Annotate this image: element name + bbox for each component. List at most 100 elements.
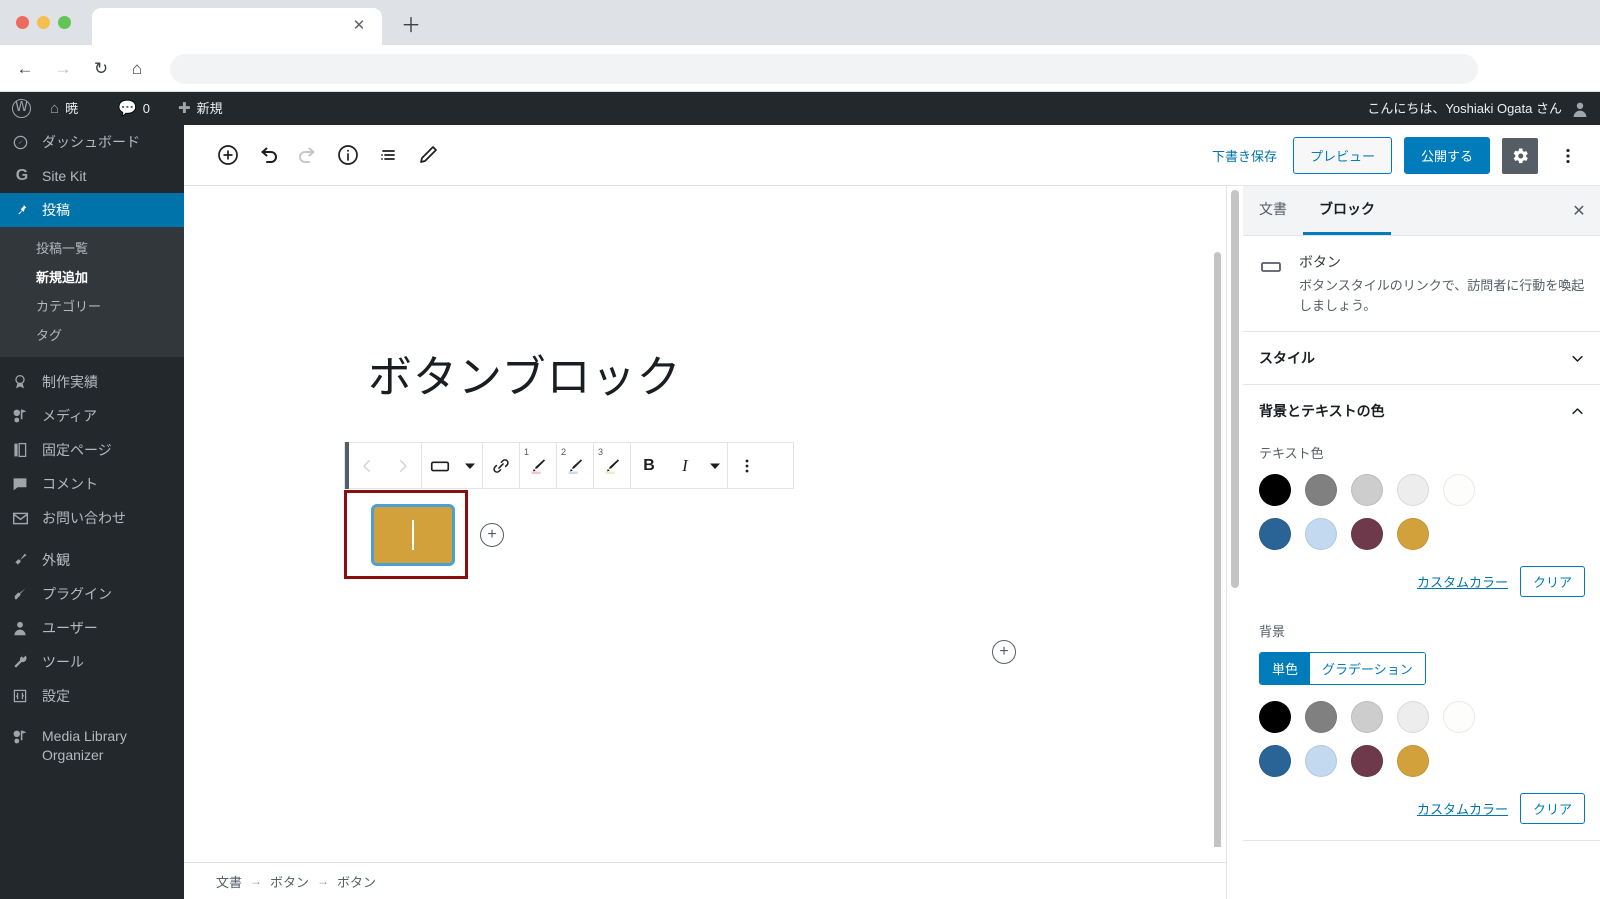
- close-icon[interactable]: ✕: [350, 17, 368, 35]
- minimize-window-button[interactable]: [37, 16, 50, 29]
- color-swatch[interactable]: [1259, 745, 1291, 777]
- breadcrumb-item-document[interactable]: 文書: [216, 872, 242, 891]
- info-circle-icon[interactable]: [330, 137, 366, 173]
- color-swatch[interactable]: [1305, 745, 1337, 777]
- editor-scroll-thumb[interactable]: [1214, 252, 1221, 847]
- save-draft-button[interactable]: 下書き保存: [1208, 140, 1281, 171]
- sidebar-item-pages[interactable]: 固定ページ: [0, 433, 184, 467]
- link-icon[interactable]: [483, 444, 519, 488]
- sidebar-item-appearance[interactable]: 外観: [0, 543, 184, 577]
- browser-tab[interactable]: ✕: [92, 8, 382, 45]
- color-swatch[interactable]: [1443, 474, 1475, 506]
- publish-button[interactable]: 公開する: [1403, 137, 1490, 174]
- color-swatch[interactable]: [1443, 701, 1475, 733]
- chevron-down-icon[interactable]: [703, 444, 727, 488]
- text-clear-button[interactable]: クリア: [1519, 566, 1585, 597]
- marker-pen-1-icon[interactable]: 1: [520, 444, 556, 488]
- background-solid-tab[interactable]: 単色: [1260, 653, 1311, 684]
- pin-icon: [12, 202, 32, 218]
- adminbar-site-name[interactable]: ⌂ 暁: [42, 92, 86, 125]
- sidebar-subitem-all-posts[interactable]: 投稿一覧: [0, 233, 184, 262]
- sidebar-subitem-categories[interactable]: カテゴリー: [0, 291, 184, 320]
- sidebar-item-comments[interactable]: コメント: [0, 467, 184, 501]
- text-custom-color-link[interactable]: カスタムカラー: [1417, 572, 1508, 591]
- breadcrumb-item-buttons[interactable]: ボタン: [270, 872, 309, 891]
- inline-block-appender[interactable]: +: [480, 523, 504, 547]
- panel-style-toggle[interactable]: スタイル: [1243, 332, 1600, 384]
- adminbar-account[interactable]: こんにちは、Yoshiaki Ogata さん: [1367, 92, 1588, 125]
- button-block-icon[interactable]: [422, 444, 458, 488]
- sidebar-item-contact[interactable]: お問い合わせ: [0, 501, 184, 535]
- color-swatch[interactable]: [1259, 701, 1291, 733]
- arrow-left-icon[interactable]: ←: [12, 56, 38, 82]
- bold-button[interactable]: B: [631, 444, 667, 488]
- color-swatch[interactable]: [1397, 518, 1429, 550]
- chevron-down-icon[interactable]: [458, 444, 482, 488]
- sidebar-subitem-add-new[interactable]: 新規追加: [0, 262, 184, 291]
- panel-colors-toggle[interactable]: 背景とテキストの色: [1243, 385, 1600, 437]
- tab-block[interactable]: ブロック: [1303, 186, 1391, 235]
- tab-document[interactable]: 文書: [1243, 186, 1303, 235]
- color-swatch[interactable]: [1259, 474, 1291, 506]
- breadcrumb-item-button[interactable]: ボタン: [337, 872, 376, 891]
- pencil-icon[interactable]: [410, 137, 446, 173]
- button-block[interactable]: [371, 504, 455, 566]
- default-block-appender[interactable]: +: [992, 640, 1016, 664]
- selected-block-outline[interactable]: [344, 490, 468, 579]
- sidebar-item-dashboard[interactable]: ダッシュボード: [0, 125, 184, 159]
- color-swatch[interactable]: [1259, 518, 1291, 550]
- sidebar-item-plugins[interactable]: プラグイン: [0, 577, 184, 611]
- sidebar-item-works[interactable]: 制作実績: [0, 365, 184, 399]
- home-icon[interactable]: ⌂: [124, 56, 150, 82]
- color-swatch[interactable]: [1351, 518, 1383, 550]
- arrow-right-icon[interactable]: →: [50, 56, 76, 82]
- post-title[interactable]: ボタンブロック: [368, 341, 682, 405]
- list-view-icon[interactable]: [370, 137, 406, 173]
- reload-icon[interactable]: ↻: [88, 56, 114, 82]
- kebab-menu-icon[interactable]: [728, 444, 766, 488]
- adminbar-new[interactable]: ✚ 新規: [170, 92, 231, 125]
- sidebar-subitem-tags[interactable]: タグ: [0, 320, 184, 349]
- close-icon[interactable]: ✕: [1565, 197, 1593, 225]
- background-clear-button[interactable]: クリア: [1519, 793, 1585, 824]
- gear-icon[interactable]: [1502, 137, 1538, 174]
- background-custom-color-link[interactable]: カスタムカラー: [1417, 799, 1508, 818]
- color-swatch[interactable]: [1397, 745, 1429, 777]
- settings-scrollbar[interactable]: [1230, 190, 1240, 890]
- sidebar-item-tools[interactable]: ツール: [0, 645, 184, 679]
- adminbar-comments[interactable]: 💬 0: [110, 92, 158, 125]
- kebab-menu-icon[interactable]: [1550, 138, 1586, 174]
- color-swatch[interactable]: [1305, 701, 1337, 733]
- address-bar[interactable]: [170, 54, 1478, 84]
- maximize-window-button[interactable]: [58, 16, 71, 29]
- preview-button[interactable]: プレビュー: [1292, 137, 1392, 174]
- color-swatch[interactable]: [1351, 701, 1383, 733]
- editor-scrollbar[interactable]: [1213, 252, 1222, 847]
- sidebar-item-users[interactable]: ユーザー: [0, 611, 184, 645]
- color-swatch[interactable]: [1397, 474, 1429, 506]
- color-swatch[interactable]: [1397, 701, 1429, 733]
- sidebar-item-media-library-organizer[interactable]: Media Library Organizer: [0, 721, 184, 771]
- sidebar-item-site-kit[interactable]: G Site Kit: [0, 159, 184, 193]
- marker-pen-3-icon[interactable]: 3: [594, 444, 630, 488]
- plus-circle-icon[interactable]: [210, 137, 246, 173]
- color-swatch[interactable]: [1351, 474, 1383, 506]
- color-swatch[interactable]: [1305, 474, 1337, 506]
- award-icon: [12, 374, 32, 390]
- editor-canvas[interactable]: ボタンブロック 1 2 3 B I + +: [184, 186, 1223, 847]
- sidebar-item-settings[interactable]: 設定: [0, 679, 184, 713]
- color-swatch[interactable]: [1305, 518, 1337, 550]
- sidebar-item-label: 固定ページ: [42, 442, 112, 458]
- settings-scroll-thumb[interactable]: [1231, 190, 1239, 588]
- sidebar-item-posts[interactable]: 投稿: [0, 193, 184, 227]
- close-window-button[interactable]: [16, 16, 29, 29]
- background-gradient-tab[interactable]: グラデーション: [1310, 653, 1425, 684]
- plus-icon[interactable]: ＋: [398, 14, 424, 40]
- marker-pen-2-icon[interactable]: 2: [557, 444, 593, 488]
- wordpress-logo-icon[interactable]: W: [4, 92, 39, 125]
- color-swatch[interactable]: [1351, 745, 1383, 777]
- marker-number: 2: [561, 446, 567, 457]
- italic-button[interactable]: I: [667, 444, 703, 488]
- undo-icon[interactable]: [250, 137, 286, 173]
- sidebar-item-media[interactable]: メディア: [0, 399, 184, 433]
